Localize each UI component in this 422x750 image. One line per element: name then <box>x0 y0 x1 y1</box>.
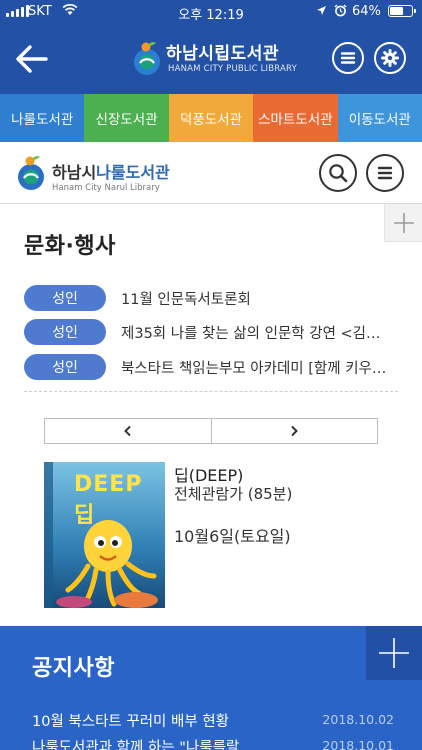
tab-mobile[interactable]: 이동도서관 <box>337 94 422 142</box>
event-item[interactable]: 성인 북스타트 책읽는부모 아카데미 [함께 키우… <box>24 354 404 380</box>
events-section: 문화·행사 성인 11월 인문독서토론회 성인 제35회 나를 찾는 삶의 인문… <box>0 204 422 626</box>
notice-item-date: 2018.10.02 <box>322 712 394 727</box>
movie-rating: 전체관람가 (85분) <box>174 485 293 503</box>
event-badge: 성인 <box>24 354 106 380</box>
event-title: 11월 인문독서토론회 <box>121 292 251 308</box>
branch-title: 하남시나룰도서관 <box>52 159 170 183</box>
event-title: 북스타트 책읽는부모 아카데미 [함께 키우… <box>121 361 387 377</box>
movie-poster[interactable]: DEEP 딥 <box>44 462 165 608</box>
notice-more-button[interactable] <box>366 626 422 680</box>
notice-section: 공지사항 10월 북스타트 꾸러미 배부 현황 2018.10.02 나룰도서관… <box>0 626 422 750</box>
notice-item[interactable]: 나룰도서관과 함께 하는 "나룰를랄… 2018.10.01 <box>32 736 398 750</box>
branch-logo[interactable]: 하남시나룰도서관 Hanam City Narul Library <box>16 152 176 196</box>
notice-item[interactable]: 10월 북스타트 꾸러미 배부 현황 2018.10.02 <box>32 710 398 732</box>
branch-title-prefix: 하남시 <box>52 163 97 182</box>
battery-percent: 64% <box>352 4 381 19</box>
movie-card[interactable]: DEEP 딥 딥(DEEP) 전체관람가 (85분) 10월6일(토요일) <box>44 462 404 608</box>
plus-icon <box>394 213 414 233</box>
battery-icon <box>388 5 416 17</box>
header-menu-button[interactable] <box>332 42 364 74</box>
branch-menu-button[interactable] <box>366 154 404 192</box>
search-button[interactable] <box>319 154 357 192</box>
event-badge: 성인 <box>24 285 106 311</box>
movie-date: 10월6일(토요일) <box>174 527 291 546</box>
event-item[interactable]: 성인 11월 인문독서토론회 <box>24 285 404 311</box>
events-more-button[interactable] <box>384 204 422 242</box>
menu-icon <box>377 166 393 180</box>
search-icon <box>329 164 348 183</box>
tab-sinjang[interactable]: 신장도서관 <box>84 94 169 142</box>
settings-button[interactable] <box>374 42 406 74</box>
library-title: 하남시립도서관 <box>166 44 279 64</box>
location-icon <box>317 6 326 15</box>
notice-item-title: 10월 북스타트 꾸러미 배부 현황 <box>32 714 229 730</box>
branch-subtitle: Hanam City Narul Library <box>52 183 160 193</box>
events-title: 문화·행사 <box>24 234 116 259</box>
tab-smart[interactable]: 스마트도서관 <box>253 94 338 142</box>
notice-item-date: 2018.10.01 <box>322 738 394 750</box>
app-header: 하남시립도서관 HANAM CITY PUBLIC LIBRARY <box>0 24 422 94</box>
event-badge: 성인 <box>24 319 106 345</box>
poster-title: DEEP 딥 <box>74 472 143 528</box>
library-logo[interactable]: 하남시립도서관 HANAM CITY PUBLIC LIBRARY <box>132 37 302 83</box>
notice-item-title: 나룰도서관과 함께 하는 "나룰를랄… <box>32 740 254 750</box>
branch-header: 하남시나룰도서관 Hanam City Narul Library <box>0 142 422 204</box>
chevron-left-icon <box>123 425 131 437</box>
next-button[interactable] <box>210 419 378 443</box>
branch-logo-mark-icon <box>18 156 44 190</box>
tab-deokpung[interactable]: 덕풍도서관 <box>168 94 254 142</box>
library-logo-mark-icon <box>134 42 160 75</box>
plus-icon <box>379 638 409 668</box>
back-arrow-icon[interactable] <box>12 40 52 78</box>
alarm-icon <box>334 4 347 17</box>
library-tabs: 나룰도서관 신장도서관 덕풍도서관 스마트도서관 이동도서관 <box>0 94 422 142</box>
movie-pager <box>44 418 378 444</box>
status-bar: SKT 오후 12:19 64% <box>0 0 422 24</box>
event-item[interactable]: 성인 제35회 나를 찾는 삶의 인문학 강연 <김… <box>24 319 404 345</box>
tab-narul[interactable]: 나룰도서관 <box>0 94 85 142</box>
notice-title: 공지사항 <box>32 656 115 681</box>
event-title: 제35회 나를 찾는 삶의 인문학 강연 <김… <box>121 326 381 342</box>
gear-icon <box>381 49 399 67</box>
prev-button[interactable] <box>45 419 211 443</box>
menu-icon <box>340 52 356 64</box>
branch-title-main: 나룰도서관 <box>96 163 170 182</box>
chevron-right-icon <box>291 425 299 437</box>
library-subtitle: HANAM CITY PUBLIC LIBRARY <box>168 64 298 74</box>
divider <box>24 391 398 392</box>
